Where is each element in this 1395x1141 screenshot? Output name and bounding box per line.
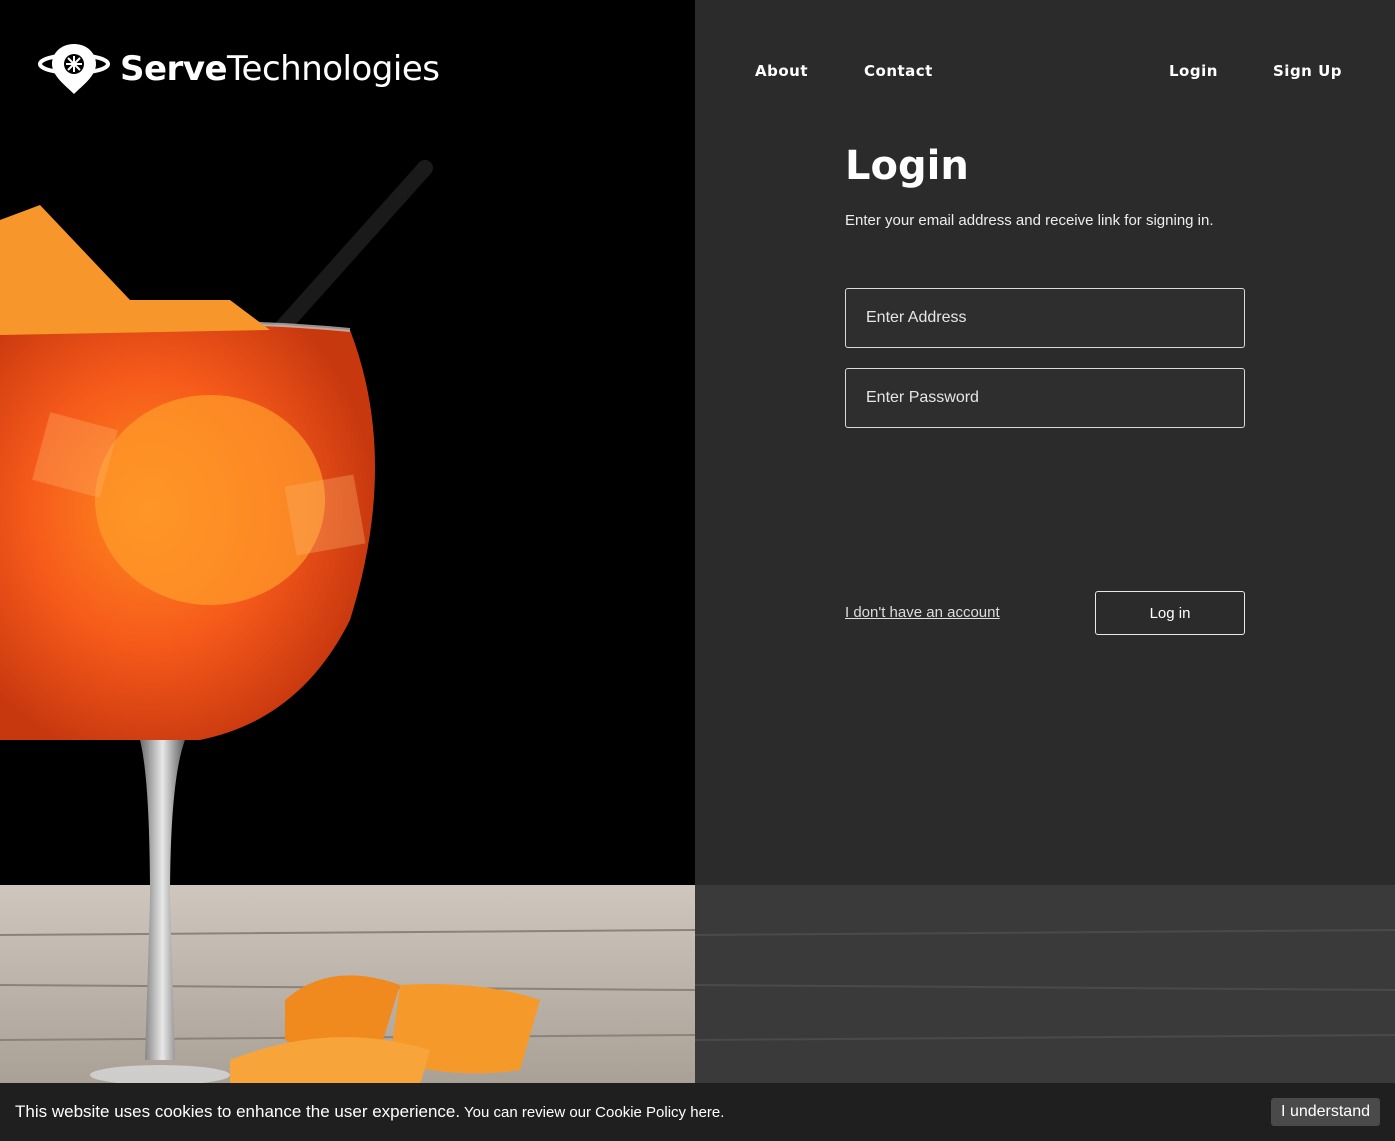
planet-ring-pin-icon bbox=[38, 44, 110, 94]
password-field[interactable] bbox=[845, 368, 1245, 428]
email-field[interactable] bbox=[845, 288, 1245, 348]
log-in-button[interactable]: Log in bbox=[1095, 591, 1245, 635]
page-title: Login bbox=[845, 143, 969, 189]
nav-contact[interactable]: Contact bbox=[864, 62, 933, 80]
cookie-banner: This website uses cookies to enhance the… bbox=[0, 1083, 1395, 1141]
cocktail-photo bbox=[0, 0, 695, 1141]
nav-login[interactable]: Login bbox=[1169, 62, 1218, 80]
nav-about[interactable]: About bbox=[755, 62, 808, 80]
no-account-link[interactable]: I don't have an account bbox=[845, 604, 1000, 621]
cookie-policy-link[interactable]: You can review our Cookie Policy here. bbox=[460, 1104, 724, 1121]
nav-signup[interactable]: Sign Up bbox=[1273, 62, 1342, 80]
table-background bbox=[695, 0, 1395, 1141]
hero-image-panel: ServeTechnologies bbox=[0, 0, 695, 1141]
login-subtitle: Enter your email address and receive lin… bbox=[845, 212, 1214, 229]
brand-logo[interactable]: ServeTechnologies bbox=[38, 42, 440, 96]
cookie-accept-button[interactable]: I understand bbox=[1271, 1098, 1380, 1126]
cookie-message: This website uses cookies to enhance the… bbox=[15, 1102, 725, 1121]
brand-name: ServeTechnologies bbox=[120, 49, 440, 89]
login-panel bbox=[695, 0, 1395, 1141]
